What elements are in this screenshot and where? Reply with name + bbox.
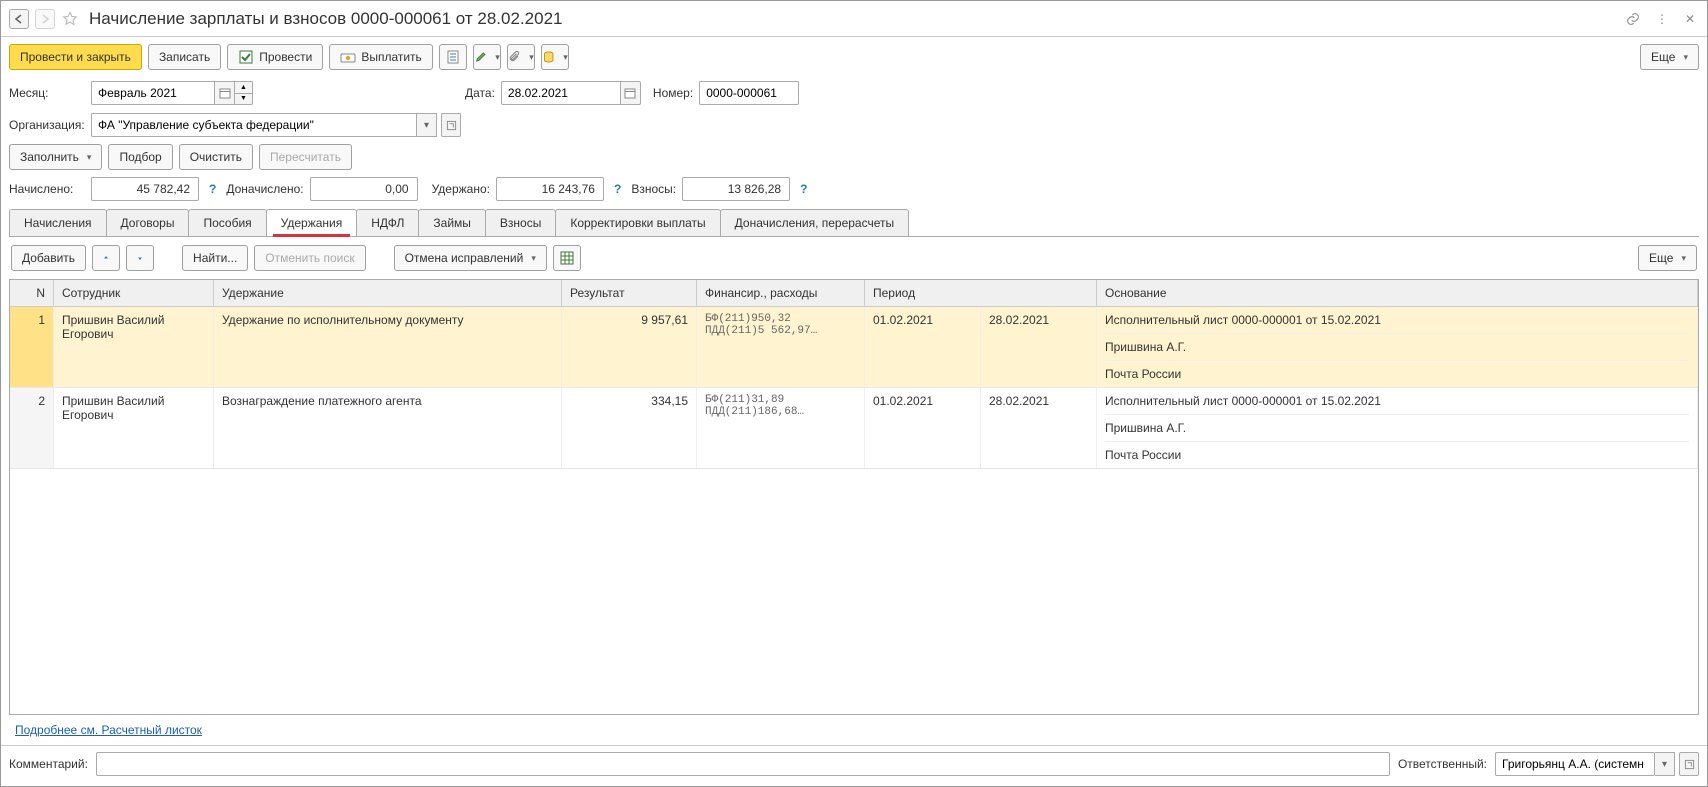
tab-3[interactable]: Удержания: [266, 209, 358, 236]
help-icon[interactable]: ?: [209, 182, 216, 196]
month-input[interactable]: [91, 81, 215, 105]
extra-value: 0,00: [310, 177, 418, 201]
accrued-value: 45 782,42: [91, 177, 199, 201]
tabs-bar: НачисленияДоговорыПособияУдержанияНДФЛЗа…: [9, 209, 1699, 237]
contrib-label: Взносы:: [631, 182, 676, 196]
cancel-search-button[interactable]: Отменить поиск: [254, 245, 365, 271]
comment-label: Комментарий:: [9, 757, 88, 771]
favorite-star-icon[interactable]: [61, 10, 79, 28]
post-button[interactable]: Провести: [227, 44, 323, 70]
nav-forward-button[interactable]: [35, 9, 55, 29]
org-dropdown-icon[interactable]: ▾: [417, 113, 437, 137]
pick-button[interactable]: Подбор: [108, 144, 172, 170]
tab-5[interactable]: Займы: [418, 209, 486, 236]
pen-icon-button[interactable]: ▾: [473, 44, 501, 70]
responsible-input[interactable]: [1495, 752, 1655, 776]
month-label: Месяц:: [9, 86, 85, 100]
col-base[interactable]: Основание: [1097, 280, 1698, 306]
org-input[interactable]: [91, 113, 417, 137]
tab-4[interactable]: НДФЛ: [356, 209, 419, 236]
calendar-icon[interactable]: [215, 81, 235, 105]
withheld-label: Удержано:: [432, 182, 490, 196]
attach-icon-button[interactable]: ▾: [507, 44, 535, 70]
cancel-fix-button[interactable]: Отмена исправлений▾: [394, 245, 547, 271]
pay-button-label: Выплатить: [361, 50, 422, 64]
write-button[interactable]: Записать: [148, 44, 221, 70]
date-label: Дата:: [465, 86, 495, 100]
grid-more-button[interactable]: Еще▾: [1638, 245, 1697, 271]
tab-6[interactable]: Взносы: [485, 209, 556, 236]
table-row[interactable]: 1Пришвин Василий ЕгоровичУдержание по ис…: [10, 307, 1698, 388]
col-financing[interactable]: Финансир., расходы: [697, 280, 865, 306]
close-button[interactable]: ✕: [1681, 12, 1699, 26]
col-n[interactable]: N: [10, 280, 54, 306]
month-spinner[interactable]: ▲▼: [235, 81, 253, 105]
date-input[interactable]: [501, 81, 621, 105]
tab-8[interactable]: Доначисления, перерасчеты: [720, 209, 909, 236]
table-row[interactable]: 2Пришвин Василий ЕгоровичВознаграждение …: [10, 388, 1698, 469]
number-input[interactable]: [699, 81, 799, 105]
col-deduction[interactable]: Удержание: [214, 280, 562, 306]
help-icon[interactable]: ?: [614, 182, 621, 196]
accrued-label: Начислено:: [9, 182, 85, 196]
post-button-label: Провести: [259, 50, 312, 64]
number-label: Номер:: [653, 86, 693, 100]
add-row-button[interactable]: Добавить: [11, 245, 86, 271]
date-calendar-icon[interactable]: [621, 81, 641, 105]
db-icon-button[interactable]: ▾: [541, 44, 569, 70]
col-employee[interactable]: Сотрудник: [54, 280, 214, 306]
deductions-grid: N Сотрудник Удержание Результат Финансир…: [9, 279, 1699, 715]
responsible-dropdown-icon[interactable]: ▾: [1655, 752, 1675, 776]
responsible-open-icon[interactable]: [1679, 752, 1699, 776]
tab-2[interactable]: Пособия: [188, 209, 266, 236]
tab-0[interactable]: Начисления: [9, 209, 107, 236]
pay-button[interactable]: Выплатить: [329, 44, 433, 70]
comment-input[interactable]: [96, 752, 1390, 776]
link-icon[interactable]: [1625, 11, 1643, 27]
clear-button[interactable]: Очистить: [179, 144, 253, 170]
responsible-label: Ответственный:: [1398, 757, 1487, 771]
payslip-link[interactable]: Подробнее см. Расчетный листок: [15, 723, 202, 737]
recalc-button[interactable]: Пересчитать: [259, 144, 352, 170]
nav-back-button[interactable]: [9, 9, 29, 29]
tab-7[interactable]: Корректировки выплаты: [555, 209, 720, 236]
grid-settings-button[interactable]: [553, 245, 581, 271]
col-result[interactable]: Результат: [562, 280, 697, 306]
tab-1[interactable]: Договоры: [106, 209, 190, 236]
col-period[interactable]: Период: [865, 280, 1097, 306]
grid-toolbar: Добавить Найти... Отменить поиск Отмена …: [1, 237, 1707, 279]
withheld-value: 16 243,76: [496, 177, 604, 201]
main-toolbar: Провести и закрыть Записать Провести Вып…: [1, 37, 1707, 77]
contrib-value: 13 826,28: [682, 177, 790, 201]
org-label: Организация:: [9, 118, 85, 132]
window-header: Начисление зарплаты и взносов 0000-00006…: [1, 1, 1707, 37]
move-up-button[interactable]: [92, 245, 120, 271]
extra-label: Доначислено:: [226, 182, 303, 196]
post-and-close-button[interactable]: Провести и закрыть: [9, 44, 142, 70]
window-title: Начисление зарплаты и взносов 0000-00006…: [89, 9, 563, 29]
fill-button[interactable]: Заполнить▾: [9, 144, 102, 170]
move-down-button[interactable]: [126, 245, 154, 271]
help-icon[interactable]: ?: [800, 182, 807, 196]
more-button[interactable]: Еще▾: [1640, 44, 1699, 70]
kebab-menu-icon[interactable]: ⋮: [1653, 12, 1671, 26]
find-button[interactable]: Найти...: [182, 245, 248, 271]
org-open-icon[interactable]: [441, 113, 461, 137]
footer: Комментарий: Ответственный: ▾: [1, 745, 1707, 786]
report-icon-button[interactable]: [439, 44, 467, 70]
